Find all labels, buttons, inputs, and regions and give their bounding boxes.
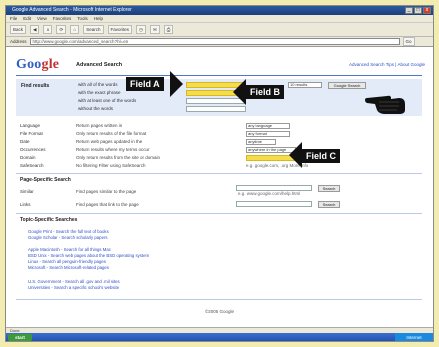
topic-link[interactable]: BSD Unix - Search web pages about the BS… [28, 253, 149, 258]
address-label: Address [10, 39, 27, 44]
back-button[interactable]: Back [10, 25, 27, 34]
file-format-label: File Format [20, 131, 43, 136]
topic-specific-title: Topic-Specific Searches [20, 217, 78, 223]
find-results-box: Find results with all of the words with … [16, 79, 422, 116]
maximize-button[interactable]: □ [414, 7, 422, 14]
field-c-callout: Field C [302, 149, 341, 163]
domain-text: Only return results from the site or dom… [76, 155, 161, 160]
links-text: Find pages that link to the page [76, 202, 139, 207]
browser-window: Google Advanced Search - Microsoft Inter… [5, 5, 434, 342]
top-links[interactable]: Advanced Search Tips | About Google [349, 62, 425, 67]
menu-file[interactable]: File [10, 15, 17, 22]
language-select[interactable]: any language [246, 123, 290, 129]
similar-text: Find pages similar to the page [76, 189, 137, 194]
topic-link[interactable]: Linux - Search all penguin-friendly page… [28, 259, 106, 264]
occurrences-label: Occurrences [20, 147, 46, 152]
divider [16, 173, 422, 174]
title-bar: Google Advanced Search - Microsoft Inter… [6, 6, 433, 15]
pointing-hand-icon [365, 95, 405, 114]
language-label: Language [20, 123, 41, 128]
field-a-callout: Field A [126, 77, 164, 91]
menu-view[interactable]: View [37, 15, 47, 22]
any-words-label: with at least one of the words [78, 98, 137, 103]
search-button[interactable]: Search [83, 25, 104, 34]
topic-link[interactable]: Microsoft - Search Microsoft-related pag… [28, 265, 109, 270]
exact-phrase-label: with the exact phrase [78, 90, 121, 95]
forward-button[interactable]: ◀ [30, 25, 40, 34]
menu-help[interactable]: Help [94, 15, 103, 22]
field-c-arrow [289, 142, 302, 168]
topic-link[interactable]: Google Scholar - Search scholarly papers [28, 235, 108, 240]
menu-favorites[interactable]: Favorites [53, 15, 72, 22]
without-words-input[interactable] [186, 106, 246, 112]
similar-label: Similar [20, 189, 34, 194]
date-label: Date [20, 139, 30, 144]
find-results-label: Find results [21, 83, 50, 89]
domain-label: Domain [20, 155, 36, 160]
language-text: Return pages written in [76, 123, 123, 128]
field-b-callout: Field B [246, 85, 285, 99]
window-title: Google Advanced Search - Microsoft Inter… [12, 7, 132, 13]
similar-search-button[interactable]: Search [318, 185, 340, 192]
history-icon[interactable]: ◷ [136, 25, 146, 34]
topic-link[interactable]: Google Print - Search the full text of b… [28, 229, 109, 234]
divider [16, 75, 422, 76]
results-count-select[interactable]: 10 results [288, 82, 322, 88]
topic-link[interactable]: Apple Macintosh - Search for all things … [28, 247, 111, 252]
mail-icon[interactable]: ✉ [149, 25, 160, 34]
google-logo[interactable]: Google [16, 57, 59, 73]
minimize-button[interactable]: _ [405, 7, 413, 14]
occurrences-text: Return results where my terms occur [76, 147, 150, 152]
go-button[interactable]: Go [402, 37, 415, 46]
safesearch-text[interactable]: No filtering Filter using SafeSearch [76, 163, 146, 168]
similar-example: e.g. www.google.com/help.html [238, 191, 301, 196]
menu-edit[interactable]: Edit [23, 15, 31, 22]
safesearch-label: SafeSearch [20, 163, 44, 168]
topic-link[interactable]: U.S. Government - Search all .gov and .m… [28, 279, 120, 284]
without-words-label: without the words [78, 106, 114, 111]
home-button[interactable]: ⌂ [70, 25, 80, 34]
address-input[interactable]: http://www.google.com/advanced_search?hl… [29, 38, 400, 45]
date-select[interactable]: anytime [246, 139, 276, 145]
all-words-label: with all of the words [78, 82, 118, 87]
field-a-arrow [170, 71, 183, 97]
favorites-button[interactable]: Favorites [107, 25, 133, 34]
date-text: Return web pages updated in the [76, 139, 143, 144]
field-b-arrow [233, 79, 246, 105]
address-bar: Address http://www.google.com/advanced_s… [6, 37, 433, 47]
links-input[interactable] [236, 201, 312, 207]
google-search-button[interactable]: Google Search [328, 82, 366, 89]
refresh-button[interactable]: ⟳ [56, 25, 67, 34]
links-label: Links [20, 202, 31, 207]
file-format-select[interactable]: any format [246, 131, 290, 137]
menu-bar: File Edit View Favorites Tools Help [6, 15, 433, 23]
toolbar: Back ◀ x ⟳ ⌂ Search Favorites ◷ ✉ ⎙ [6, 23, 433, 37]
footer: ©2005 Google [204, 309, 235, 314]
close-button[interactable]: x [423, 7, 431, 14]
divider [16, 213, 422, 214]
similar-input[interactable] [236, 185, 312, 191]
print-icon[interactable]: ⎙ [163, 25, 174, 34]
divider [16, 299, 422, 300]
taskbar: start Internet [6, 333, 433, 341]
start-button[interactable]: start [8, 334, 32, 341]
page-specific-title: Page-Specific Search [20, 177, 71, 183]
topic-link[interactable]: Universities - Search a specific school'… [28, 285, 119, 290]
menu-tools[interactable]: Tools [77, 15, 88, 22]
page-title: Advanced Search [76, 62, 123, 68]
links-search-button[interactable]: Search [318, 201, 340, 208]
system-tray: Internet [395, 333, 433, 341]
stop-button[interactable]: x [43, 25, 53, 34]
file-format-text: Only return results of the file format [76, 131, 147, 136]
